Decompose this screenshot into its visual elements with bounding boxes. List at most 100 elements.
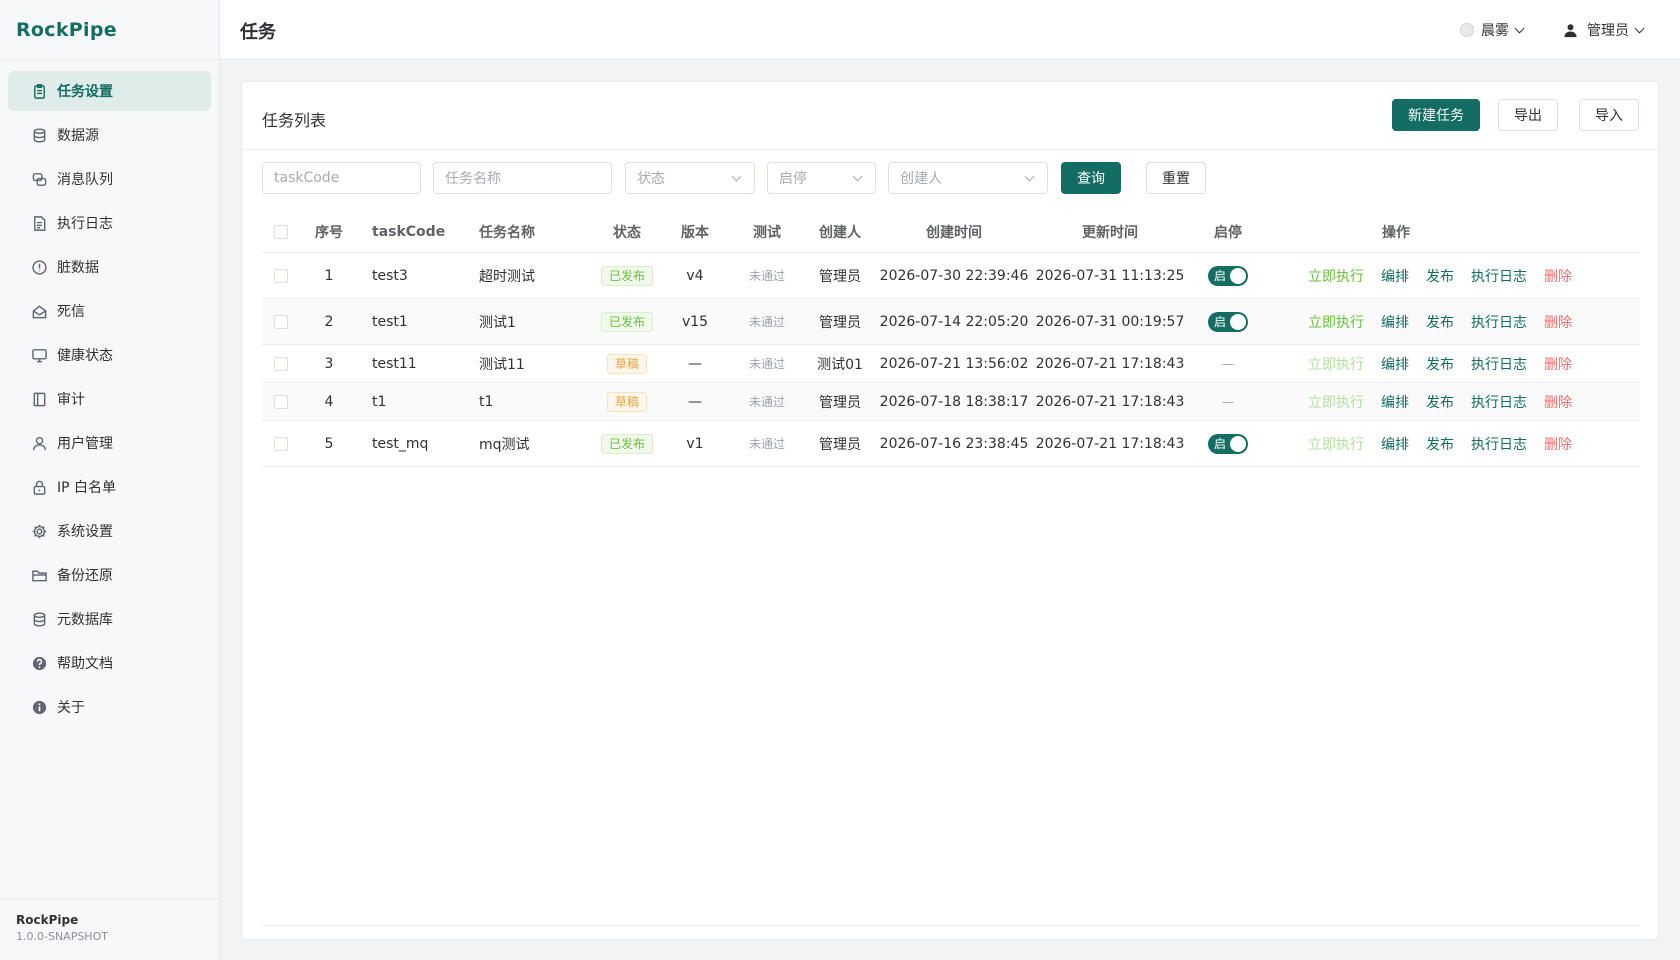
sidebar-item-backup-restore[interactable]: 备份还原 bbox=[8, 555, 211, 595]
help-icon bbox=[30, 654, 48, 672]
cell-task-code: test1 bbox=[372, 313, 408, 330]
publish-link[interactable]: 发布 bbox=[1426, 392, 1454, 412]
table-row[interactable]: 2 test1 测试1 已发布 v15 未通过 管理员 2026-07-14 22:05:20… bbox=[262, 299, 1640, 345]
query-button[interactable]: 查询 bbox=[1061, 162, 1121, 194]
cell-index: 4 bbox=[324, 393, 334, 410]
sidebar-item-label: 任务设置 bbox=[57, 84, 113, 100]
export-button[interactable]: 导出 bbox=[1498, 99, 1558, 131]
creator-select-placeholder: 创建人 bbox=[900, 171, 942, 187]
col-enabled: 启停 bbox=[1214, 224, 1242, 241]
table-row[interactable]: 3 test11 测试11 草稿 — 未通过 测试01 2026-07-21 13:56:02… bbox=[262, 345, 1640, 383]
sidebar-item-label: 用户管理 bbox=[57, 436, 113, 452]
new-task-button[interactable]: 新建任务 bbox=[1392, 99, 1480, 131]
delete-link[interactable]: 删除 bbox=[1544, 434, 1572, 454]
logs-link[interactable]: 执行日志 bbox=[1471, 434, 1527, 454]
cell-creator: 管理员 bbox=[819, 394, 861, 411]
edit-link[interactable]: 编排 bbox=[1381, 312, 1409, 332]
cell-status: 草稿 bbox=[589, 345, 665, 382]
row-checkbox[interactable] bbox=[274, 314, 288, 329]
edit-link[interactable]: 编排 bbox=[1381, 266, 1409, 286]
delete-link[interactable]: 删除 bbox=[1544, 354, 1572, 374]
logs-link[interactable]: 执行日志 bbox=[1471, 266, 1527, 286]
user-menu[interactable]: 管理员 bbox=[1563, 20, 1645, 40]
logs-link[interactable]: 执行日志 bbox=[1471, 354, 1527, 374]
reset-button[interactable]: 重置 bbox=[1146, 162, 1206, 194]
enabled-toggle[interactable]: 启 bbox=[1208, 265, 1248, 286]
sidebar-item-message-queue[interactable]: 消息队列 bbox=[8, 159, 211, 199]
enabled-toggle[interactable]: 启 bbox=[1208, 433, 1248, 454]
delete-link[interactable]: 删除 bbox=[1544, 392, 1572, 412]
edit-link[interactable]: 编排 bbox=[1381, 354, 1409, 374]
file-log-icon bbox=[30, 214, 48, 232]
publish-link[interactable]: 发布 bbox=[1426, 266, 1454, 286]
cell-index: 3 bbox=[324, 355, 334, 372]
table-header-row: 序号 taskCode 任务名称 状态 版本 测试 创建人 创建时间 更新时间 … bbox=[262, 211, 1640, 253]
chevron-down-icon bbox=[731, 171, 742, 182]
enabled-toggle[interactable]: 启 bbox=[1208, 311, 1248, 332]
task-code-input[interactable]: taskCode bbox=[262, 162, 421, 194]
task-table: 序号 taskCode 任务名称 状态 版本 测试 创建人 创建时间 更新时间 … bbox=[262, 211, 1640, 467]
publish-link[interactable]: 发布 bbox=[1426, 434, 1454, 454]
run-now-link[interactable]: 立即执行 bbox=[1308, 312, 1364, 332]
publish-link[interactable]: 发布 bbox=[1426, 312, 1454, 332]
enabled-select[interactable]: 启停 bbox=[767, 162, 876, 194]
sidebar-item-label: 消息队列 bbox=[57, 172, 113, 188]
table-bottom-divider bbox=[262, 925, 1640, 926]
cell-enabled: 启 bbox=[1202, 421, 1254, 466]
cell-task-code: test11 bbox=[372, 355, 417, 372]
sidebar-item-metadata-db[interactable]: 元数据库 bbox=[8, 599, 211, 639]
edit-link[interactable]: 编排 bbox=[1381, 392, 1409, 412]
sidebar-item-execution-log[interactable]: 执行日志 bbox=[8, 203, 211, 243]
run-now-link[interactable]: 立即执行 bbox=[1308, 266, 1364, 286]
select-all-cell bbox=[262, 211, 300, 252]
sidebar-item-data-source[interactable]: 数据源 bbox=[8, 115, 211, 155]
delete-link[interactable]: 删除 bbox=[1544, 266, 1572, 286]
row-checkbox[interactable] bbox=[274, 436, 288, 451]
card-title: 任务列表 bbox=[262, 111, 327, 130]
run-now-link[interactable]: 立即执行 bbox=[1308, 434, 1364, 454]
cell-actions: 立即执行 编排 发布 执行日志 删除 bbox=[1308, 299, 1572, 344]
col-status: 状态 bbox=[613, 224, 641, 241]
run-now-link[interactable]: 立即执行 bbox=[1308, 354, 1364, 374]
chevron-down-icon bbox=[1634, 23, 1645, 33]
mail-icon bbox=[30, 302, 48, 320]
sidebar-item-user-management[interactable]: 用户管理 bbox=[8, 423, 211, 463]
select-all-checkbox[interactable] bbox=[274, 224, 288, 239]
folder-icon bbox=[30, 566, 48, 584]
publish-link[interactable]: 发布 bbox=[1426, 354, 1454, 374]
sidebar-item-label: 备份还原 bbox=[57, 568, 113, 584]
status-select[interactable]: 状态 bbox=[625, 162, 755, 194]
sidebar-item-about[interactable]: 关于 bbox=[8, 687, 211, 727]
sidebar-item-dirty-data[interactable]: 脏数据 bbox=[8, 247, 211, 287]
row-select-cell bbox=[262, 299, 300, 344]
run-now-link[interactable]: 立即执行 bbox=[1308, 392, 1364, 412]
user-icon bbox=[1564, 23, 1577, 37]
delete-link[interactable]: 删除 bbox=[1544, 312, 1572, 332]
sidebar-item-audit[interactable]: 审计 bbox=[8, 379, 211, 419]
row-checkbox[interactable] bbox=[274, 394, 288, 409]
chevron-down-icon bbox=[1514, 23, 1525, 33]
cell-actions: 立即执行 编排 发布 执行日志 删除 bbox=[1308, 383, 1572, 420]
logs-link[interactable]: 执行日志 bbox=[1471, 392, 1527, 412]
table-row[interactable]: 1 test3 超时测试 已发布 v4 未通过 管理员 2026-07-30 22:39:46… bbox=[262, 253, 1640, 299]
col-creator: 创建人 bbox=[819, 224, 861, 241]
import-button[interactable]: 导入 bbox=[1579, 99, 1639, 131]
sidebar-item-label: 数据源 bbox=[57, 128, 99, 144]
sidebar-item-ip-whitelist[interactable]: IP 白名单 bbox=[8, 467, 211, 507]
creator-select[interactable]: 创建人 bbox=[888, 162, 1048, 194]
edit-link[interactable]: 编排 bbox=[1381, 434, 1409, 454]
table-row[interactable]: 4 t1 t1 草稿 — 未通过 管理员 2026-07-18 18:38:17 2026-07… bbox=[262, 383, 1640, 421]
logs-link[interactable]: 执行日志 bbox=[1471, 312, 1527, 332]
app-logo[interactable]: RockPipe bbox=[0, 0, 219, 60]
sidebar-item-label: 系统设置 bbox=[57, 524, 113, 540]
row-checkbox[interactable] bbox=[274, 268, 288, 283]
table-row[interactable]: 5 test_mq mq测试 已发布 v1 未通过 管理员 2026-07-16 23:38:… bbox=[262, 421, 1640, 467]
sidebar-item-dead-letter[interactable]: 死信 bbox=[8, 291, 211, 331]
sidebar-item-help-docs[interactable]: 帮助文档 bbox=[8, 643, 211, 683]
theme-selector[interactable]: 晨雾 bbox=[1460, 20, 1525, 40]
sidebar-item-health-status[interactable]: 健康状态 bbox=[8, 335, 211, 375]
sidebar-item-task-settings[interactable]: 任务设置 bbox=[8, 71, 211, 111]
sidebar-item-system-settings[interactable]: 系统设置 bbox=[8, 511, 211, 551]
row-checkbox[interactable] bbox=[274, 356, 288, 371]
task-name-input[interactable]: 任务名称 bbox=[433, 162, 612, 194]
